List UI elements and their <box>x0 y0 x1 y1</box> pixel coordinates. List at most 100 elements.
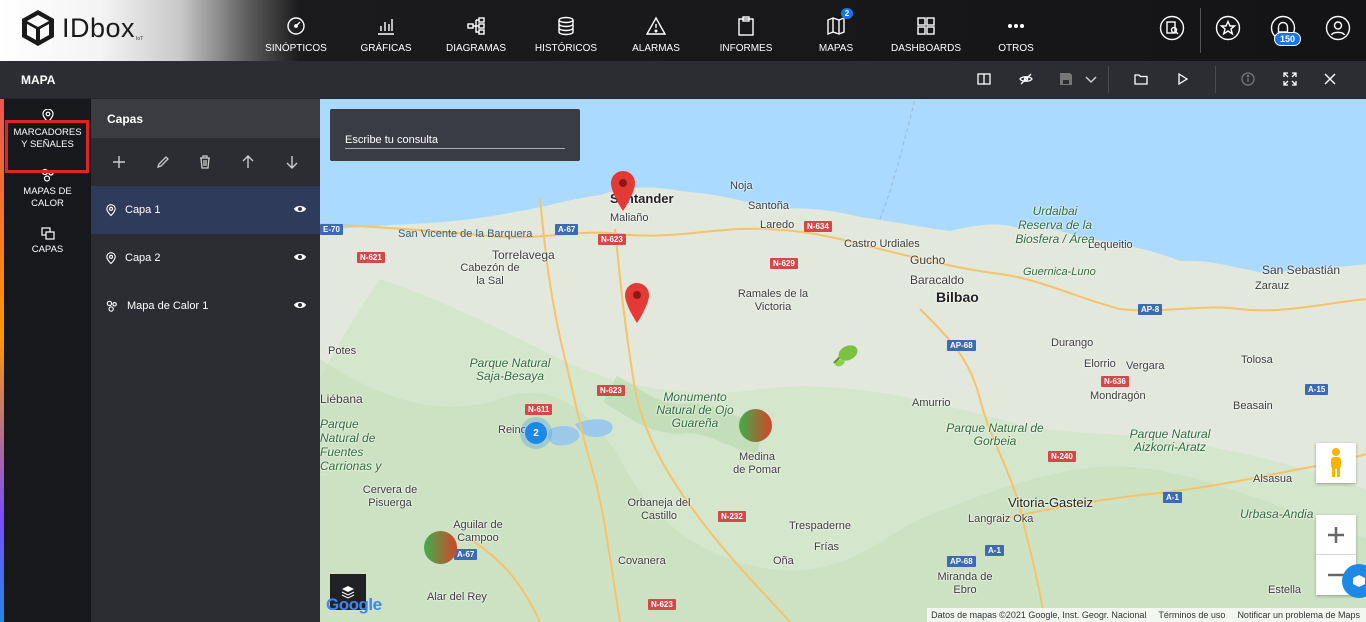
place-label: Ramales de la Victoria <box>737 288 809 313</box>
park-label: Urdaibai Reserva de la Biosfera / Área d… <box>1015 204 1095 246</box>
report-problem-link[interactable]: Notificar un problema de Maps <box>1237 610 1360 620</box>
layers-panel: Capas Capa 1 Capa 2 Mapa de Calor 1 <box>91 99 320 622</box>
toolbar-divider <box>1108 66 1109 93</box>
nav-graficas[interactable]: GRÁFICAS <box>356 0 416 61</box>
terms-link[interactable]: Términos de uso <box>1158 610 1225 620</box>
mapas-badge: 2 <box>840 8 854 19</box>
road-shield: N-636 <box>1101 376 1129 387</box>
street-view-pegman-button[interactable] <box>1316 443 1356 483</box>
favorites-button[interactable] <box>1215 15 1241 41</box>
place-label: Guernica-Luno <box>1023 266 1096 278</box>
place-label: Santoña <box>748 200 789 212</box>
search-documents-button[interactable] <box>1159 15 1185 41</box>
user-profile-button[interactable] <box>1325 15 1351 41</box>
place-label: Miranda de Ebro <box>937 571 993 596</box>
save-icon[interactable] <box>1059 72 1073 86</box>
green-pushpin-icon[interactable] <box>828 343 864 373</box>
park-label: Parque Natural de Fuentes Carrionas y Fu… <box>320 417 382 475</box>
layer-item-capa-1[interactable]: Capa 1 <box>91 186 320 234</box>
place-label: Vergara <box>1126 360 1165 372</box>
nav-mapas[interactable]: 2 MAPAS <box>806 0 866 61</box>
nav-label: OTROS <box>998 43 1034 54</box>
add-icon[interactable] <box>112 155 126 169</box>
panel-title: Capas <box>91 99 320 138</box>
heatmap-point[interactable] <box>424 531 457 564</box>
nav-label: MAPAS <box>818 43 854 54</box>
nav-label: GRÁFICAS <box>360 43 412 54</box>
road-shield: E-70 <box>320 224 343 235</box>
place-label: Potes <box>328 345 357 357</box>
gauge-icon <box>286 15 306 37</box>
edit-pencil-icon[interactable] <box>156 155 170 169</box>
visibility-eye-icon[interactable] <box>293 251 307 263</box>
road-shield: N-623 <box>597 385 625 396</box>
place-label: Elorrio <box>1084 358 1116 370</box>
split-view-icon[interactable] <box>977 72 991 86</box>
place-label: Baracaldo <box>910 273 965 287</box>
nav-sinopticos[interactable]: SINÓPTICOS <box>263 0 329 61</box>
fullscreen-icon[interactable] <box>1283 72 1297 86</box>
road-shield: N-634 <box>804 221 832 232</box>
road-shield: N-240 <box>1048 451 1076 462</box>
place-label: Aguilar de Campoo <box>453 519 503 544</box>
close-icon[interactable] <box>1323 72 1337 86</box>
warning-icon <box>646 15 666 37</box>
zoom-in-button[interactable] <box>1316 515 1356 555</box>
bar-chart-icon <box>376 15 396 37</box>
map-toolbar: MAPA <box>0 61 1366 99</box>
place-label: Beasain <box>1233 400 1273 412</box>
nav-diagramas[interactable]: DIAGRAMAS <box>444 0 508 61</box>
capas-highlight-box <box>5 120 89 173</box>
nav-label: INFORMES <box>719 43 773 54</box>
place-label: Noja <box>730 180 753 192</box>
page-title: MAPA <box>21 73 56 87</box>
idbox-logo[interactable]: IDbox IoT <box>20 9 143 47</box>
place-label: Mondragón <box>1090 390 1146 402</box>
nav-dashboards[interactable]: DASHBOARDS <box>888 0 964 61</box>
location-pin-icon <box>106 203 116 216</box>
hide-icon[interactable] <box>1019 72 1033 86</box>
play-icon[interactable] <box>1176 72 1190 86</box>
arrow-down-icon[interactable] <box>285 155 299 169</box>
arrow-up-icon[interactable] <box>241 155 255 169</box>
marker-cluster[interactable]: 2 <box>520 417 552 449</box>
place-label: Maliaño <box>610 212 649 224</box>
place-label: San Vicente de la Barquera <box>398 228 533 240</box>
query-box <box>330 109 580 161</box>
road-shield: AP-68 <box>947 340 976 351</box>
info-icon[interactable] <box>1241 72 1255 86</box>
location-pin-icon <box>106 251 116 264</box>
layer-item-mapa-de-calor-1[interactable]: Mapa de Calor 1 <box>91 282 320 330</box>
place-label: San Sebastián <box>1262 263 1341 277</box>
layer-item-capa-2[interactable]: Capa 2 <box>91 234 320 282</box>
nav-otros[interactable]: OTROS <box>990 0 1042 61</box>
cluster-count: 2 <box>524 421 548 445</box>
map-canvas[interactable]: San Vicente de la Barquera Santander Mal… <box>320 99 1366 622</box>
query-input[interactable] <box>345 131 565 149</box>
folder-icon[interactable] <box>1134 72 1148 86</box>
map-marker-pin[interactable] <box>625 283 649 323</box>
chevron-down-icon[interactable] <box>1084 72 1098 86</box>
nav-label: DIAGRAMAS <box>445 43 506 54</box>
heatmap-point[interactable] <box>739 409 772 442</box>
visibility-eye-icon[interactable] <box>293 203 307 215</box>
database-icon <box>556 15 576 37</box>
road-shield: A-67 <box>555 224 579 235</box>
more-icon <box>1006 15 1026 37</box>
nav-informes[interactable]: INFORMES <box>716 0 776 61</box>
map-marker-pin[interactable] <box>611 171 635 211</box>
place-label: Cabezón de la Sal <box>460 262 520 287</box>
sidebar-item-capas[interactable]: CAPAS <box>4 227 91 256</box>
nav-alarmas[interactable]: ALARMAS <box>626 0 686 61</box>
place-label: Laredo <box>760 219 795 231</box>
trash-icon[interactable] <box>199 155 211 169</box>
sidebar-item-mapas-de-calor[interactable]: MAPAS DE CALOR <box>4 168 91 210</box>
park-label: Monumento Natural de Ojo Guareña <box>656 390 734 430</box>
google-logo: Google <box>326 595 382 614</box>
nav-historicos[interactable]: HISTÓRICOS <box>533 0 599 61</box>
layer-name: Mapa de Calor 1 <box>127 300 209 312</box>
visibility-eye-icon[interactable] <box>293 299 307 311</box>
layer-name: Capa 2 <box>125 252 161 264</box>
place-label: Cervera de Pisuerga <box>362 484 418 509</box>
road-shield: A-67 <box>454 549 478 560</box>
